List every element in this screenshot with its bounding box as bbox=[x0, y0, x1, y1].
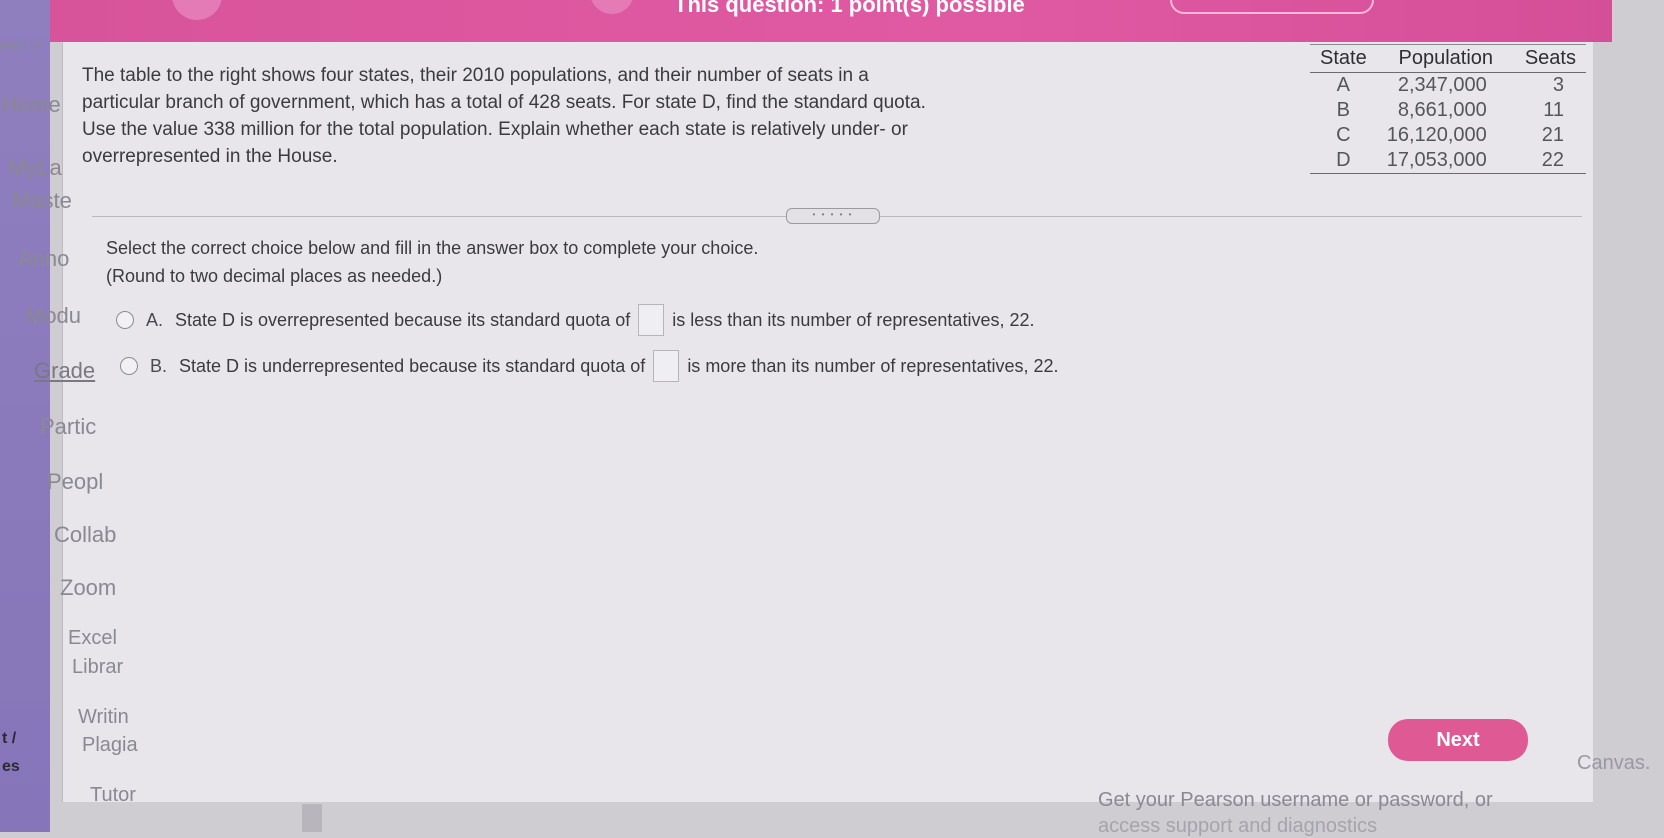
choice-a-text-after: is less than its number of representativ… bbox=[672, 309, 1035, 330]
choice-b-text-after: is more than its number of representativ… bbox=[687, 355, 1059, 376]
choice-a-radio[interactable] bbox=[116, 311, 134, 329]
choice-b-radio[interactable] bbox=[120, 357, 138, 375]
table-header-state: State bbox=[1310, 44, 1377, 73]
instruction-text: Select the correct choice below and fill… bbox=[106, 238, 759, 258]
support-diagnostics-text[interactable]: access support and diagnostics bbox=[1098, 815, 1377, 838]
choice-a[interactable]: A. State D is overrepresented because it… bbox=[116, 304, 1034, 336]
sidebar-item-announcements[interactable]: Anno bbox=[18, 246, 69, 272]
table-header-seats: Seats bbox=[1514, 44, 1586, 73]
sidebar-item-participants[interactable]: Partic bbox=[40, 414, 96, 440]
sidebar-item-modules[interactable]: Modu bbox=[26, 303, 81, 329]
table-row: D 17,053,000 22 bbox=[1310, 148, 1586, 174]
table-cell-state: C bbox=[1336, 124, 1351, 146]
sidebar-edge-text-2: es bbox=[2, 758, 20, 775]
question-prompt: The table to the right shows four states… bbox=[82, 65, 926, 167]
table-cell-population: 17,053,000 bbox=[1376, 148, 1515, 174]
pearson-help-text[interactable]: Get your Pearson username or password, o… bbox=[1098, 789, 1493, 812]
table-cell-population: 8,661,000 bbox=[1397, 99, 1487, 121]
sidebar-item-plagiarism[interactable]: Plagia bbox=[82, 734, 138, 757]
sidebar-edge-text-1: t / bbox=[2, 730, 17, 747]
sidebar-item-mylab[interactable]: MyLa bbox=[8, 155, 62, 181]
choice-b[interactable]: B. State D is underrepresented because i… bbox=[120, 350, 1059, 382]
sidebar-item-grades[interactable]: Grade bbox=[34, 358, 95, 384]
rounding-note: (Round to two decimal places as needed.) bbox=[106, 266, 443, 286]
bottom-scroll-block bbox=[302, 804, 322, 832]
sidebar-item-tutor[interactable]: Tutor bbox=[90, 784, 136, 807]
table-header-population: Population bbox=[1376, 44, 1515, 73]
sidebar-item-excel[interactable]: Excel bbox=[68, 627, 117, 650]
table-cell-seats: 3 bbox=[1552, 74, 1564, 96]
sidebar-item-people[interactable]: Peopl bbox=[47, 469, 103, 495]
table-row: B 8,661,000 11 bbox=[1310, 98, 1586, 123]
sidebar-item-mastering[interactable]: Maste bbox=[12, 188, 72, 214]
question-menu-button[interactable] bbox=[590, 0, 634, 14]
sidebar-item-library[interactable]: Librar bbox=[72, 656, 123, 679]
table-cell-population: 2,347,000 bbox=[1397, 74, 1487, 96]
choice-a-answer-box[interactable] bbox=[638, 304, 665, 336]
resize-handle[interactable]: • • • • • bbox=[786, 208, 880, 224]
back-arrow-button[interactable] bbox=[172, 0, 222, 20]
sidebar-item-home[interactable]: Home bbox=[2, 92, 61, 118]
question-header-bar: This question: 1 point(s) possible bbox=[50, 0, 1612, 42]
table-header-row: State Population Seats bbox=[1310, 44, 1586, 73]
choice-b-answer-box[interactable] bbox=[653, 350, 680, 382]
table-cell-state: D bbox=[1310, 148, 1377, 174]
states-data-table: State Population Seats A 2,347,000 3 B 8… bbox=[1310, 44, 1586, 174]
table-cell-state: B bbox=[1336, 99, 1351, 121]
choice-a-letter: A. bbox=[146, 309, 164, 330]
instructions: Select the correct choice below and fill… bbox=[106, 234, 758, 290]
choice-b-text-before: State D is underrepresented because its … bbox=[179, 355, 646, 376]
choice-a-text-before: State D is overrepresented because its s… bbox=[175, 309, 631, 330]
table-cell-seats: 21 bbox=[1541, 124, 1564, 146]
question-points-text: This question: 1 point(s) possible bbox=[674, 0, 1025, 17]
table-cell-seats: 22 bbox=[1514, 148, 1586, 174]
table-cell-seats: 11 bbox=[1543, 99, 1564, 121]
course-term-label: FALL II bbox=[0, 38, 41, 53]
next-button[interactable]: Next bbox=[1388, 719, 1528, 761]
sidebar-item-writing[interactable]: Writin bbox=[78, 706, 129, 729]
table-cell-population: 16,120,000 bbox=[1386, 124, 1487, 146]
sidebar-item-collaborations[interactable]: Collab bbox=[54, 522, 116, 548]
choice-b-letter: B. bbox=[150, 355, 168, 376]
table-row: A 2,347,000 3 bbox=[1310, 73, 1586, 99]
table-row: C 16,120,000 21 bbox=[1310, 123, 1586, 148]
canvas-link[interactable]: Canvas. bbox=[1577, 752, 1650, 775]
table-cell-state: A bbox=[1336, 74, 1351, 96]
header-pill-button[interactable] bbox=[1170, 0, 1374, 14]
sidebar-item-zoom[interactable]: Zoom bbox=[60, 575, 116, 601]
